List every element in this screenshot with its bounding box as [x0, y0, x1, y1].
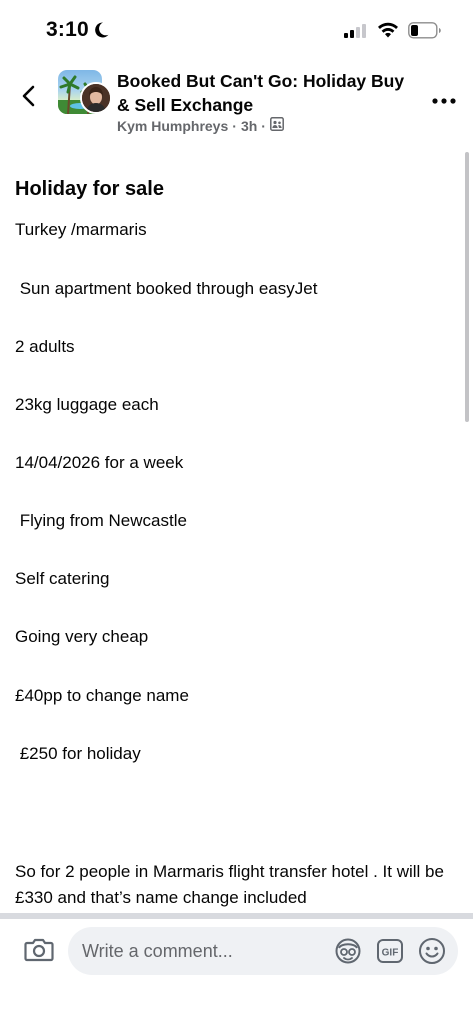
comment-composer: GIF — [0, 919, 473, 1024]
signal-icon — [344, 24, 370, 43]
post-line: Self catering — [15, 569, 110, 588]
post-line: £250 for holiday — [15, 744, 141, 763]
post-meta: Kym Humphreys · 3h · — [117, 117, 284, 134]
post-line: Turkey /marmaris — [15, 220, 147, 239]
gif-icon[interactable]: GIF — [376, 937, 404, 970]
camera-icon[interactable] — [24, 937, 54, 968]
status-time: 3:10 — [46, 18, 89, 41]
meta-separator: · — [232, 117, 237, 134]
post-line: 23kg luggage each — [15, 395, 159, 414]
status-bar: 3:10 — [0, 0, 473, 62]
author-name[interactable]: Kym Humphreys — [117, 118, 228, 134]
group-name[interactable]: Booked But Can't Go: Holiday Buy & Sell … — [117, 69, 417, 117]
post-paragraph: So for 2 people in Marmaris flight trans… — [15, 862, 444, 907]
post-line: Flying from Newcastle — [15, 511, 187, 530]
moon-icon — [92, 21, 110, 44]
post-line: 2 adults — [15, 337, 75, 356]
comment-box[interactable]: GIF — [68, 927, 458, 975]
more-options-icon[interactable] — [431, 92, 457, 110]
svg-text:GIF: GIF — [382, 948, 399, 959]
author-avatar[interactable] — [80, 82, 112, 114]
wifi-icon — [377, 21, 399, 44]
comment-input[interactable] — [82, 927, 322, 975]
avatar-sticker-icon[interactable] — [334, 937, 362, 970]
back-icon[interactable] — [14, 78, 44, 114]
emoji-icon[interactable] — [418, 937, 446, 970]
scrollbar[interactable] — [465, 152, 469, 422]
battery-icon — [408, 22, 442, 44]
post-header: Booked But Can't Go: Holiday Buy & Sell … — [0, 62, 473, 152]
post-time[interactable]: 3h — [241, 118, 257, 134]
post-line: Sun apartment booked through easyJet — [15, 279, 318, 298]
post-line: £40pp to change name — [15, 686, 189, 705]
post-line: Going very cheap — [15, 627, 149, 646]
group-avatar[interactable] — [58, 70, 112, 118]
post-title: Holiday for sale — [15, 178, 164, 200]
post-line: 14/04/2026 for a week — [15, 453, 184, 472]
meta-separator: · — [261, 117, 266, 134]
group-members-icon — [270, 117, 284, 134]
